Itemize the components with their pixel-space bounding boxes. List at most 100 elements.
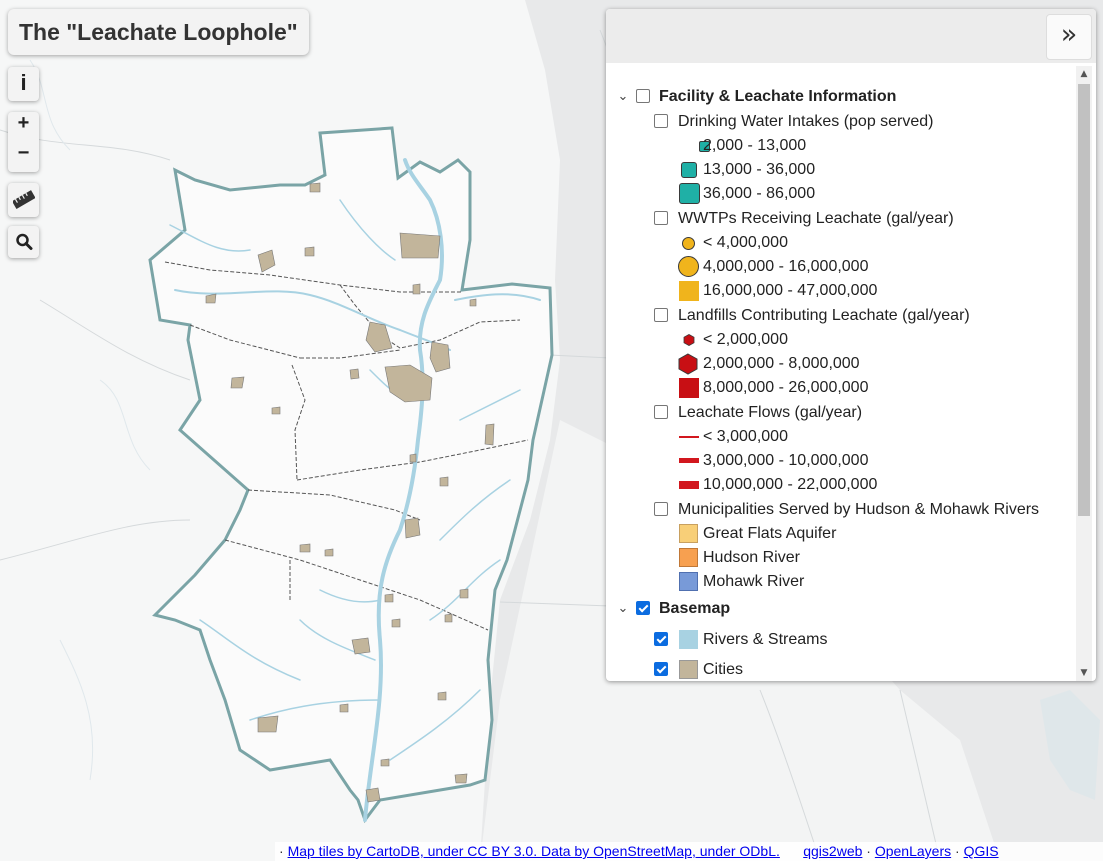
legend-item: 2,000,000 - 8,000,000 — [606, 352, 1074, 376]
legend-label: 13,000 - 36,000 — [703, 161, 816, 178]
map-title: The "Leachate Loophole" — [8, 9, 309, 55]
group-label-facility: Facility & Leachate Information — [659, 88, 897, 105]
group-checkbox-facility[interactable] — [636, 89, 650, 103]
legend-label: 3,000,000 - 10,000,000 — [703, 452, 869, 469]
chevron-down-icon[interactable]: ⌄ — [616, 85, 630, 109]
layer-list: ⌄ Facility & Leachate Information Drinki… — [606, 67, 1074, 681]
legend-label: 4,000,000 - 16,000,000 — [703, 258, 869, 275]
map-attribution: · Map tiles by CartoDB, under CC BY 3.0.… — [275, 842, 1103, 861]
group-label-basemap: Basemap — [659, 600, 731, 617]
legend-label: 2,000 - 13,000 — [703, 137, 807, 154]
ruler-icon — [12, 190, 35, 209]
layer-label: Rivers & Streams — [703, 631, 828, 648]
landfill-square-icon — [679, 378, 699, 398]
hudson-swatch-icon — [679, 548, 698, 567]
layer-item-wwtps: WWTPs Receiving Leachate (gal/year) — [606, 207, 1074, 231]
layer-label: Leachate Flows (gal/year) — [678, 404, 863, 421]
qgis2web-link[interactable]: qgis2web — [803, 843, 862, 859]
measure-button[interactable] — [8, 183, 39, 217]
layer-label: Cities — [703, 661, 744, 678]
legend-label: 16,000,000 - 47,000,000 — [703, 282, 878, 299]
legend-label: Great Flats Aquifer — [703, 525, 837, 542]
legend-item: 16,000,000 - 47,000,000 — [606, 279, 1074, 303]
intake-medium-square-icon — [681, 162, 697, 178]
legend-label: 10,000,000 - 22,000,000 — [703, 476, 878, 493]
layer-label: Municipalities Served by Hudson & Mohawk… — [678, 501, 1040, 518]
layer-checkbox-cities[interactable] — [654, 662, 668, 676]
search-icon — [15, 233, 32, 250]
legend-label: < 3,000,000 — [703, 428, 788, 445]
legend-label: Hudson River — [703, 549, 800, 566]
layer-switcher-panel: » ⌄ Facility & Leachate Information Drin… — [606, 9, 1096, 681]
layer-item-rivers: Rivers & Streams — [606, 628, 1074, 652]
attribution-separator: · — [866, 843, 871, 859]
mohawk-swatch-icon — [679, 572, 698, 591]
info-button[interactable]: i — [8, 67, 39, 101]
legend-item: 10,000,000 - 22,000,000 — [606, 473, 1074, 497]
legend-label: < 2,000,000 — [703, 331, 788, 348]
zoom-out-button[interactable]: − — [8, 142, 39, 172]
zoom-control: + − — [8, 112, 39, 172]
chevron-down-icon[interactable]: ⌄ — [616, 597, 630, 621]
attribution-separator: · — [279, 843, 284, 859]
great-flats-swatch-icon — [679, 524, 698, 543]
layer-checkbox-leachate-flows[interactable] — [654, 405, 668, 419]
wwtp-large-circle-icon — [678, 256, 699, 277]
zoom-in-button[interactable]: + — [8, 112, 39, 142]
legend-item: Great Flats Aquifer — [606, 522, 1074, 546]
layer-label: WWTPs Receiving Leachate (gal/year) — [678, 210, 954, 227]
layer-checkbox-municipalities[interactable] — [654, 502, 668, 516]
layer-group-basemap: ⌄ Basemap — [606, 597, 1074, 621]
legend-item: 8,000,000 - 26,000,000 — [606, 376, 1074, 400]
legend-item: < 3,000,000 — [606, 425, 1074, 449]
legend-label: 36,000 - 86,000 — [703, 185, 816, 202]
flow-medium-line-icon — [679, 458, 699, 463]
layer-item-municipalities: Municipalities Served by Hudson & Mohawk… — [606, 498, 1074, 522]
info-icon: i — [20, 70, 27, 95]
legend-item: Hudson River — [606, 546, 1074, 570]
rivers-swatch-icon — [679, 630, 698, 649]
legend-label: 8,000,000 - 26,000,000 — [703, 379, 869, 396]
legend-item: < 4,000,000 — [606, 231, 1074, 255]
attribution-tiles-link[interactable]: Map tiles by CartoDB, under CC BY 3.0. D… — [288, 843, 780, 859]
flow-thick-line-icon — [679, 481, 699, 489]
layer-checkbox-drinking-water[interactable] — [654, 114, 668, 128]
search-button[interactable] — [8, 226, 39, 258]
legend-label: 2,000,000 - 8,000,000 — [703, 355, 860, 372]
legend-item: 3,000,000 - 10,000,000 — [606, 449, 1074, 473]
layer-checkbox-landfills[interactable] — [654, 308, 668, 322]
legend-item: 4,000,000 - 16,000,000 — [606, 255, 1074, 279]
openlayers-link[interactable]: OpenLayers — [875, 843, 951, 859]
wwtp-square-icon — [679, 281, 699, 301]
legend-label: Mohawk River — [703, 573, 805, 590]
scrollbar-thumb[interactable] — [1078, 84, 1090, 516]
collapse-panel-button[interactable]: » — [1046, 14, 1092, 60]
legend-item: 36,000 - 86,000 — [606, 182, 1074, 206]
layer-group-facility: ⌄ Facility & Leachate Information — [606, 85, 1074, 109]
legend-item: Mohawk River — [606, 570, 1074, 594]
scroll-down-icon[interactable]: ▼ — [1076, 665, 1092, 681]
landfill-large-hexagon-icon — [678, 353, 698, 375]
scroll-up-icon[interactable]: ▲ — [1076, 66, 1092, 82]
qgis-link[interactable]: QGIS — [964, 843, 999, 859]
landfill-small-hexagon-icon — [683, 334, 695, 346]
layer-label: Landfills Contributing Leachate (gal/yea… — [678, 307, 970, 324]
layer-checkbox-wwtps[interactable] — [654, 211, 668, 225]
layer-item-leachate-flows: Leachate Flows (gal/year) — [606, 401, 1074, 425]
layer-item-cities: Cities — [606, 658, 1074, 681]
cities-swatch-icon — [679, 660, 698, 679]
flow-thin-line-icon — [679, 436, 699, 438]
layer-list-scrollbar[interactable]: ▲ ▼ — [1076, 66, 1092, 681]
wwtp-small-circle-icon — [682, 237, 695, 250]
legend-item: < 2,000,000 — [606, 328, 1074, 352]
layer-label: Drinking Water Intakes (pop served) — [678, 113, 934, 130]
layer-switcher-header: » — [606, 9, 1096, 63]
layer-checkbox-rivers[interactable] — [654, 632, 668, 646]
intake-large-square-icon — [679, 183, 700, 204]
legend-label: < 4,000,000 — [703, 234, 788, 251]
attribution-separator: · — [955, 843, 960, 859]
layer-item-landfills: Landfills Contributing Leachate (gal/yea… — [606, 304, 1074, 328]
legend-item: 13,000 - 36,000 — [606, 158, 1074, 182]
layer-item-drinking-water: Drinking Water Intakes (pop served) — [606, 110, 1074, 134]
group-checkbox-basemap[interactable] — [636, 601, 650, 615]
